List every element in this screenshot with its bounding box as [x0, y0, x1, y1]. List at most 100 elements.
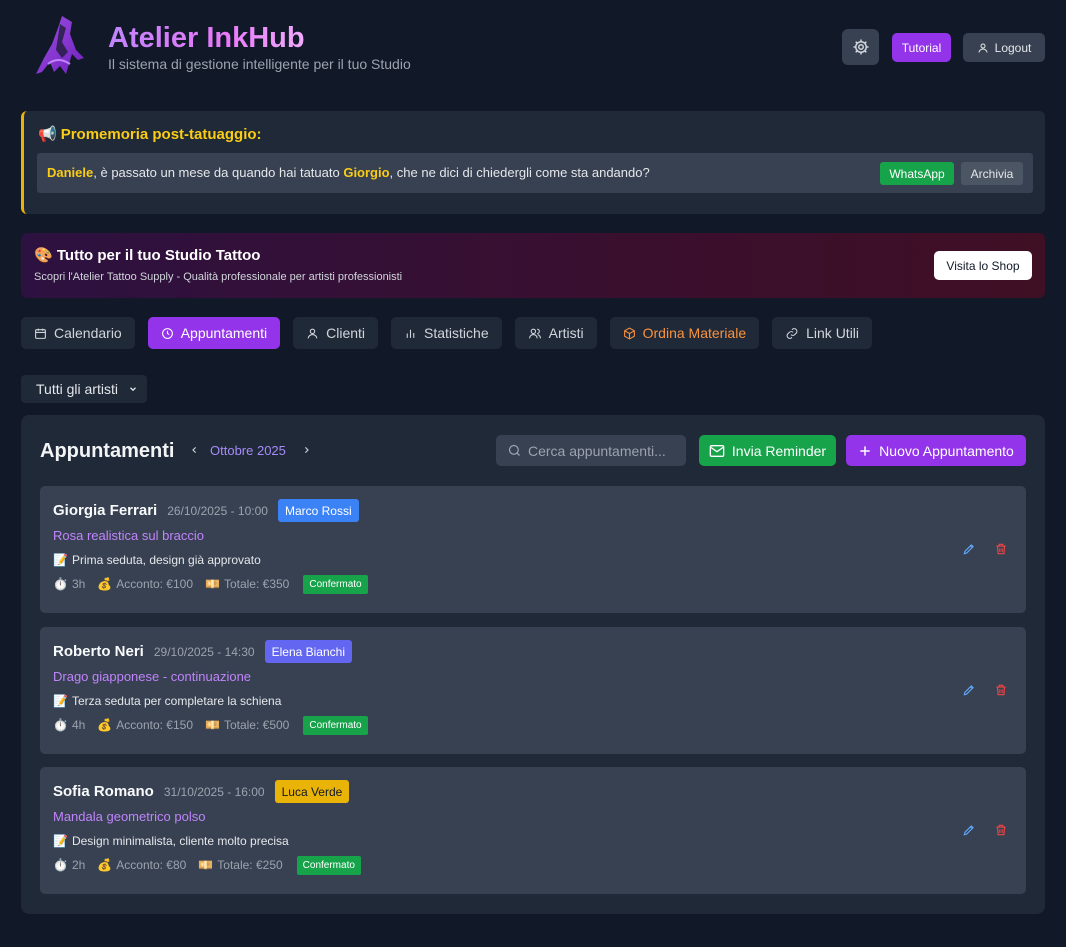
banknote-icon: 💴	[205, 577, 220, 591]
status-badge: Confermato	[303, 574, 368, 594]
trash-icon	[996, 824, 1006, 836]
banknote-icon: 💴	[205, 718, 220, 732]
send-reminder-button[interactable]: Invia Reminder	[699, 435, 836, 466]
delete-appointment-button[interactable]	[994, 683, 1008, 697]
tab-useful-links[interactable]: Link Utili	[772, 317, 873, 349]
atelier-logo-icon	[32, 14, 88, 78]
tab-order-material-label: Ordina Materiale	[642, 325, 747, 341]
deposit: 💰 Acconto: €100	[97, 577, 193, 591]
logout-button[interactable]: Logout	[963, 33, 1045, 62]
gear-icon	[853, 39, 868, 55]
plus-icon	[860, 445, 870, 456]
appointment-datetime: 26/10/2025 - 10:00	[167, 503, 268, 518]
search-icon	[508, 444, 520, 456]
mail-icon	[709, 444, 725, 457]
deposit: 💰 Acconto: €80	[97, 858, 186, 872]
total-value: Totale: €350	[223, 577, 290, 591]
tab-appointments[interactable]: Appuntamenti	[147, 317, 281, 349]
tab-calendar[interactable]: Calendario	[21, 317, 135, 349]
main-nav: Calendario Appuntamenti Clienti Statisti…	[21, 317, 873, 349]
appointment-card: Sofia Romano 31/10/2025 - 16:00 Luca Ver…	[40, 767, 1026, 894]
next-month-button[interactable]	[299, 442, 313, 458]
reminder-title: 📢 Promemoria post-tatuaggio:	[38, 125, 262, 145]
reminder-text-part1: , è passato un mese da quando hai tatuat…	[93, 165, 344, 180]
artist-badge: Luca Verde	[274, 780, 350, 803]
tab-artists-label: Artisti	[548, 325, 584, 341]
tab-useful-links-label: Link Utili	[806, 325, 860, 341]
tab-statistics[interactable]: Statistiche	[391, 317, 502, 349]
client-name: Roberto Neri	[53, 643, 144, 660]
new-appointment-button[interactable]: Nuovo Appuntamento	[846, 435, 1026, 466]
duration-value: 4h	[71, 718, 86, 732]
archive-button[interactable]: Archivia	[961, 162, 1023, 185]
money-bag-icon: 💰	[97, 718, 113, 732]
duration: ⏱️ 4h	[53, 718, 85, 732]
prev-month-button[interactable]	[187, 442, 201, 458]
appointment-header: Giorgia Ferrari 26/10/2025 - 10:00 Marco…	[53, 499, 359, 522]
appointment-card: Roberto Neri 29/10/2025 - 14:30 Elena Bi…	[40, 627, 1026, 754]
appointment-note: 📝 Terza seduta per completare la schiena	[53, 694, 281, 709]
stopwatch-icon: ⏱️	[53, 577, 68, 591]
clock-icon	[161, 327, 173, 339]
artist-badge: Marco Rossi	[277, 499, 359, 522]
deposit-value: Acconto: €80	[116, 858, 187, 872]
users-icon	[528, 328, 541, 338]
current-month: Ottobre 2025	[210, 443, 286, 458]
appointment-note-text: Prima seduta, design già approvato	[71, 553, 261, 567]
user-icon	[307, 328, 318, 338]
appointment-meta: ⏱️ 3h 💰 Acconto: €100 💴 Totale: €350 Confer…	[53, 574, 368, 594]
shop-subtitle: Scopri l'Atelier Tattoo Supply - Qualità…	[34, 271, 403, 283]
status-badge: Confermato	[296, 855, 361, 875]
reminder-message: Daniele, è passato un mese da quando hai…	[47, 165, 650, 181]
appointment-datetime: 29/10/2025 - 14:30	[153, 644, 255, 659]
total-value: Totale: €250	[217, 858, 283, 872]
trash-icon	[996, 543, 1006, 555]
pencil-icon	[963, 544, 974, 555]
delete-appointment-button[interactable]	[994, 542, 1008, 556]
appointment-header: Sofia Romano 31/10/2025 - 16:00 Luca Ver…	[53, 780, 350, 803]
total: 💴 Totale: €500	[205, 718, 289, 732]
tab-clients[interactable]: Clienti	[293, 317, 379, 349]
client-name: Sofia Romano	[53, 783, 154, 800]
chevron-right-icon	[304, 446, 309, 454]
memo-icon: 📝	[53, 834, 68, 848]
tab-artists[interactable]: Artisti	[514, 317, 597, 349]
pencil-icon	[963, 825, 974, 836]
whatsapp-button[interactable]: WhatsApp	[880, 162, 954, 185]
appointment-note: 📝 Prima seduta, design già approvato	[53, 553, 261, 568]
reminder-client-name: Giorgio	[343, 165, 390, 180]
duration: ⏱️ 2h	[53, 858, 85, 872]
user-icon	[978, 43, 988, 53]
palette-icon: 🎨	[34, 247, 53, 264]
money-bag-icon: 💰	[97, 577, 113, 591]
calendar-icon	[35, 328, 46, 339]
deposit-value: Acconto: €100	[116, 577, 193, 591]
app-subtitle: Il sistema di gestione intelligente per …	[108, 56, 411, 72]
appointment-header: Roberto Neri 29/10/2025 - 14:30 Elena Bi…	[53, 640, 352, 663]
shop-title-text: Tutto per il tuo Studio Tattoo	[56, 247, 261, 264]
tutorial-button[interactable]: Tutorial	[892, 33, 951, 62]
appointments-panel: Appuntamenti Ottobre 2025 Invia Reminder…	[21, 415, 1045, 914]
stopwatch-icon: ⏱️	[53, 858, 68, 872]
edit-appointment-button[interactable]	[962, 683, 976, 697]
search-input[interactable]	[528, 442, 678, 459]
delete-appointment-button[interactable]	[994, 823, 1008, 837]
app-title: Atelier InkHub	[108, 22, 305, 54]
appointment-meta: ⏱️ 2h 💰 Acconto: €80 💴 Totale: €250 Conferm…	[53, 855, 361, 875]
app-header: Atelier InkHub Il sistema di gestione in…	[0, 0, 1066, 95]
shop-title: 🎨 Tutto per il tuo Studio Tattoo	[34, 247, 260, 265]
artist-filter-select[interactable]: Tutti gli artisti	[21, 375, 147, 403]
visit-shop-button[interactable]: Visita lo Shop	[934, 251, 1032, 280]
tattoo-title: Drago giapponese - continuazione	[53, 669, 252, 684]
tab-order-material[interactable]: Ordina Materiale	[609, 317, 760, 349]
edit-appointment-button[interactable]	[962, 542, 976, 556]
stopwatch-icon: ⏱️	[53, 718, 68, 732]
appointment-note-text: Terza seduta per completare la schiena	[71, 694, 282, 708]
edit-appointment-button[interactable]	[962, 823, 976, 837]
status-badge: Confermato	[303, 715, 368, 735]
pencil-icon	[963, 685, 974, 696]
duration-value: 3h	[71, 577, 86, 591]
search-box	[496, 435, 686, 466]
settings-button[interactable]	[842, 29, 879, 65]
duration-value: 2h	[71, 858, 86, 872]
